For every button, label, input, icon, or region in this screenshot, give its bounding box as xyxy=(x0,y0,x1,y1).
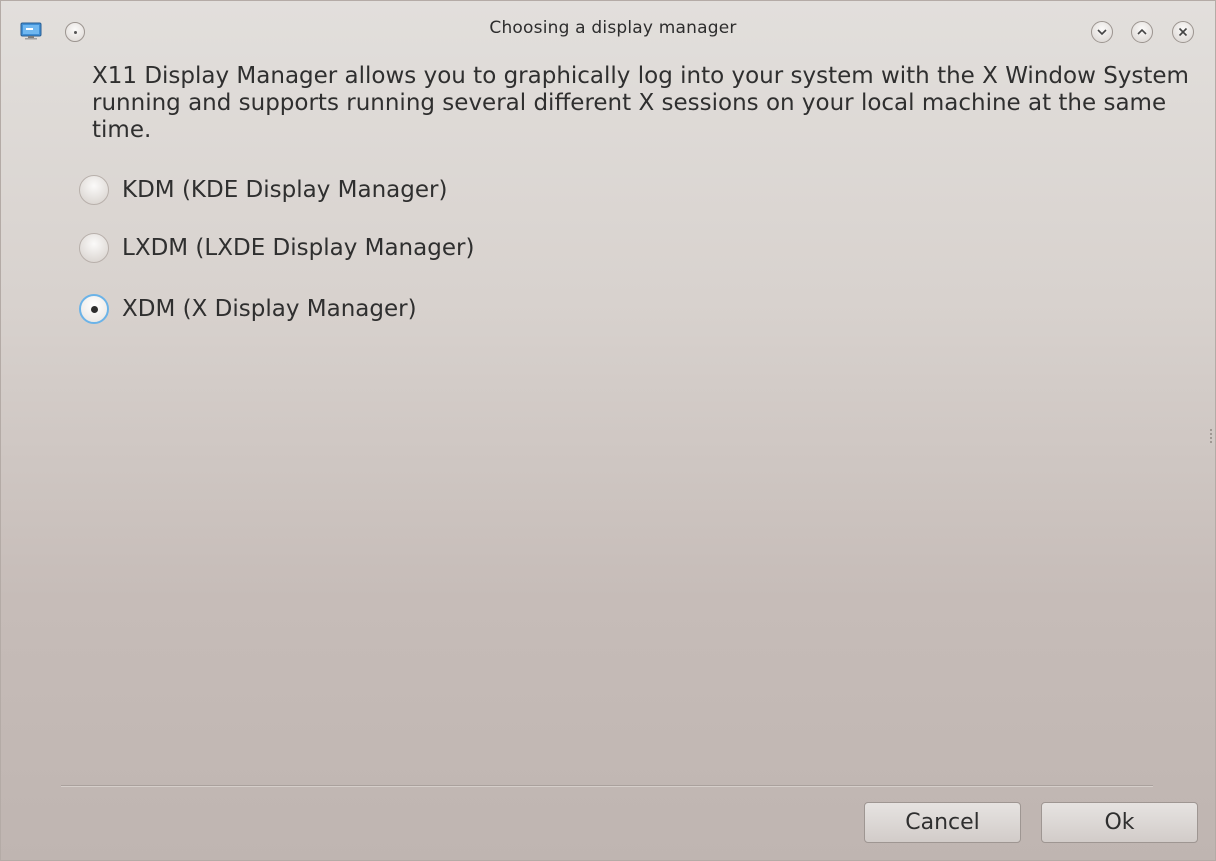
resize-grip[interactable] xyxy=(1210,429,1212,443)
minimize-icon xyxy=(1097,29,1107,36)
maximize-button[interactable] xyxy=(1131,21,1153,43)
radio-button[interactable] xyxy=(79,175,109,205)
radio-option-xdm[interactable]: XDM (X Display Manager) xyxy=(79,292,417,326)
ok-button[interactable]: Ok xyxy=(1041,802,1198,843)
radio-label[interactable]: KDM (KDE Display Manager) xyxy=(122,177,447,203)
radio-option-lxdm[interactable]: LXDM (LXDE Display Manager) xyxy=(79,231,474,265)
radio-option-kdm[interactable]: KDM (KDE Display Manager) xyxy=(79,173,447,207)
divider xyxy=(61,785,1153,787)
radio-button-selected[interactable] xyxy=(79,294,109,324)
radio-dot xyxy=(91,306,98,313)
minimize-button[interactable] xyxy=(1091,21,1113,43)
description-text: X11 Display Manager allows you to graphi… xyxy=(92,63,1189,143)
window-title: Choosing a display manager xyxy=(489,18,737,38)
radio-button[interactable] xyxy=(79,233,109,263)
cancel-button[interactable]: Cancel xyxy=(864,802,1021,843)
maximize-icon xyxy=(1137,28,1147,35)
dialog-window: Choosing a display manager X11 Display M… xyxy=(0,0,1216,861)
title-bar[interactable]: Choosing a display manager xyxy=(1,1,1215,55)
close-button[interactable] xyxy=(1172,21,1194,43)
radio-label[interactable]: XDM (X Display Manager) xyxy=(122,296,417,322)
close-icon xyxy=(1178,27,1188,37)
radio-label[interactable]: LXDM (LXDE Display Manager) xyxy=(122,235,474,261)
